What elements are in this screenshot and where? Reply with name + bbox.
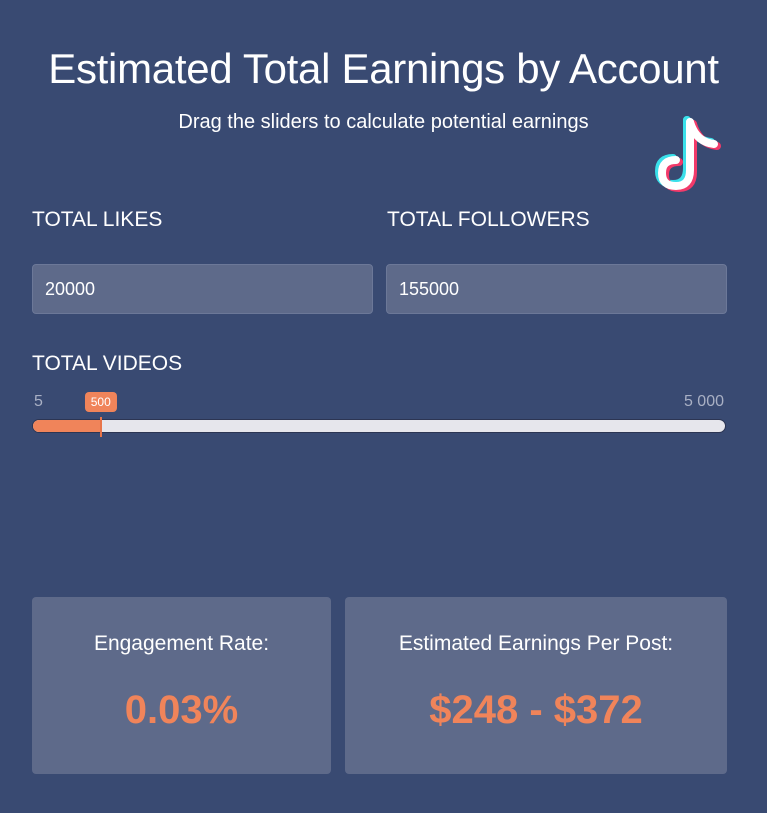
slider-value-bubble: 500 [84,392,117,412]
likes-label: TOTAL LIKES [32,208,163,231]
earnings-per-post-value: $248 - $372 [429,688,643,732]
engagement-rate-value: 0.03% [124,688,239,732]
videos-slider-track[interactable] [32,419,726,433]
tiktok-logo-icon [654,116,721,193]
slider-max-label: 5 000 [683,393,724,410]
engagement-rate-label: Engagement Rate: [93,632,270,655]
engagement-rate-card: Engagement Rate: 0.03% [32,597,331,774]
likes-input[interactable] [32,264,373,314]
followers-label: TOTAL FOLLOWERS [387,208,590,231]
videos-slider-handle[interactable] [99,417,102,437]
videos-slider-fill [33,420,102,432]
earnings-per-post-label: Estimated Earnings Per Post: [398,632,674,655]
earnings-per-post-card: Estimated Earnings Per Post: $248 - $372 [345,597,727,774]
slider-min-label: 5 [34,393,43,410]
page-title: Estimated Total Earnings by Account [48,45,719,92]
followers-input[interactable] [386,264,727,314]
videos-label: TOTAL VIDEOS [32,352,183,375]
